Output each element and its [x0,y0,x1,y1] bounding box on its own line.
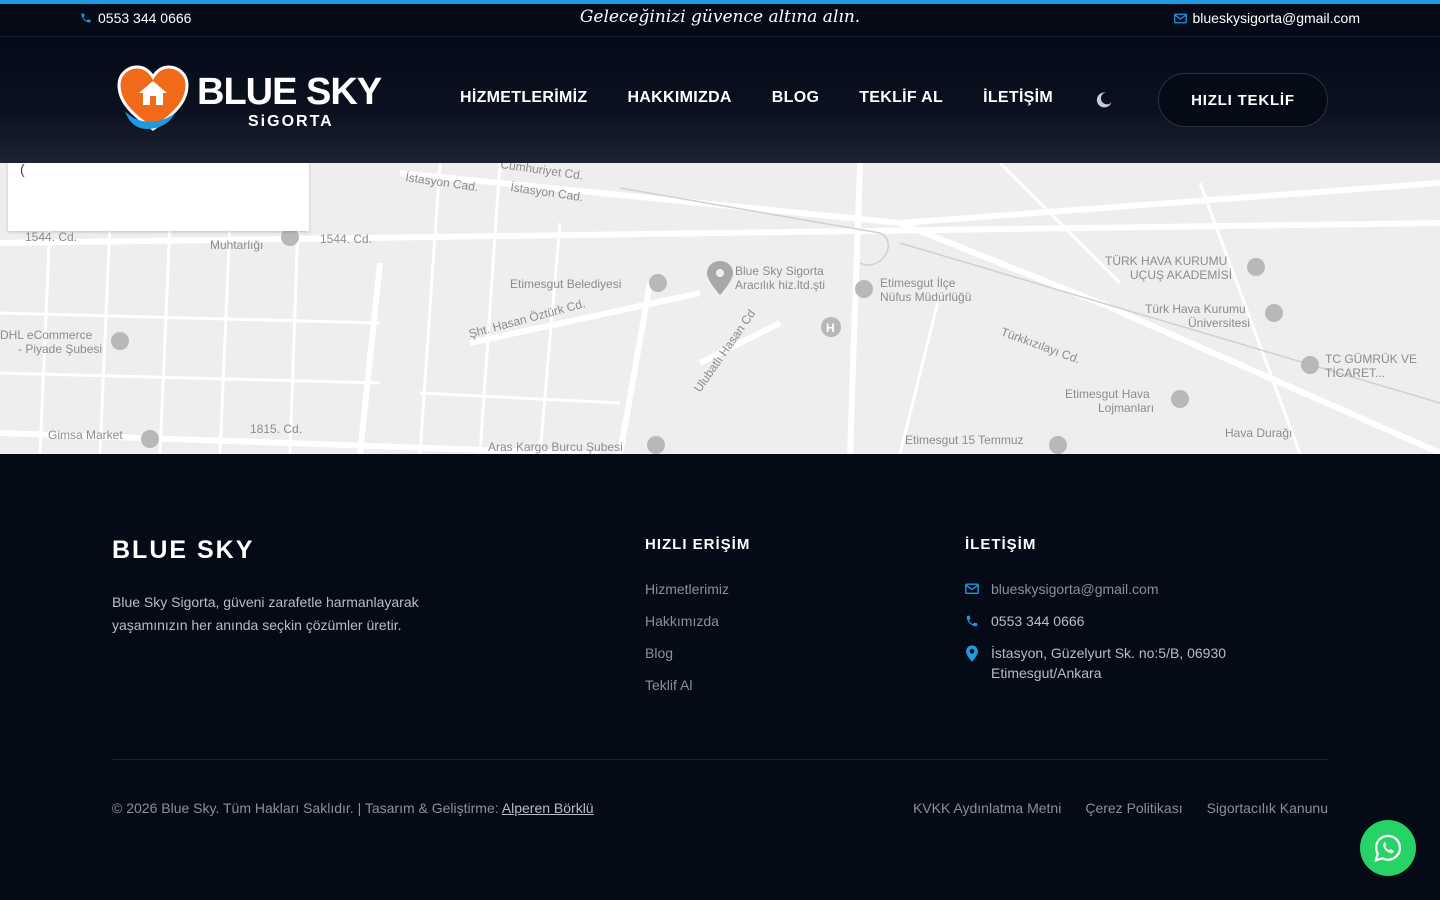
svg-text:Nüfus Müdürlüğü: Nüfus Müdürlüğü [880,290,971,304]
envelope-icon [965,583,979,594]
svg-text:H: H [826,321,835,335]
svg-text:Blue Sky Sigorta: Blue Sky Sigorta [735,264,824,278]
svg-text:Etimesgut İlçe: Etimesgut İlçe [880,276,956,290]
location-map[interactable]: Blue Sky Sigorta Aracılık hiz.ltd.şti İs… [0,163,1440,454]
footer-legal-links: KVKK Aydınlatma Metni Çerez Politikası S… [913,800,1328,816]
footer-quick-links: Hizmetlerimiz Hakkımızda Blog Teklif Al [645,579,729,707]
svg-text:Türkkızılayı Cd.: Türkkızılayı Cd. [999,325,1082,367]
svg-text:Etimesgut Belediyesi: Etimesgut Belediyesi [510,277,621,291]
whatsapp-button[interactable] [1360,820,1416,876]
svg-text:1544. Cd.: 1544. Cd. [320,232,372,246]
legal-sigortacilik[interactable]: Sigortacılık Kanunu [1207,800,1328,816]
phone-icon [966,615,978,627]
logo[interactable]: BLUE SKY SiGORTA [117,65,397,135]
footer-link-blog[interactable]: Blog [645,643,729,675]
svg-text:Ulubatlı Hasan Cd: Ulubatlı Hasan Cd [691,307,758,395]
topbar-email-text: blueskysigorta@gmail.com [1192,10,1361,26]
footer-link-hizmetlerimiz[interactable]: Hizmetlerimiz [645,579,729,611]
svg-text:- Piyade Şubesi: - Piyade Şubesi [18,342,102,356]
svg-text:Aras Kargo Burcu Şubesi: Aras Kargo Burcu Şubesi [488,440,623,454]
footer-email-row[interactable]: blueskysigorta@gmail.com [965,579,1251,611]
nav-teklif-al[interactable]: TEKLİF AL [859,89,943,107]
quick-quote-button[interactable]: HIZLI TEKLİF [1158,73,1328,127]
svg-text:Muhtarlığı: Muhtarlığı [210,238,263,252]
svg-text:TÜRK HAVA KURUMU: TÜRK HAVA KURUMU [1105,254,1227,268]
svg-text:UÇUŞ AKADEMİSİ: UÇUŞ AKADEMİSİ [1130,268,1232,282]
svg-text:Türk Hava Kurumu: Türk Hava Kurumu [1145,302,1246,316]
legal-cerez[interactable]: Çerez Politikası [1085,800,1182,816]
nav-hakkimizda[interactable]: HAKKIMIZDA [627,89,731,107]
svg-text:DHL eCommerce: DHL eCommerce [0,328,93,342]
topbar-email[interactable]: blueskysigorta@gmail.com [1173,10,1361,26]
main-nav: HİZMETLERİMİZ HAKKIMIZDA BLOG TEKLİF AL … [460,89,1053,107]
footer-contact: blueskysigorta@gmail.com 0553 344 0666 İ… [965,579,1251,687]
footer-phone-row[interactable]: 0553 344 0666 [965,611,1251,643]
svg-text:1544. Cd.: 1544. Cd. [25,230,77,244]
svg-text:Lojmanları: Lojmanları [1098,401,1154,415]
footer-description: Blue Sky Sigorta, güveni zarafetle harma… [112,594,419,633]
logo-heart-house-icon [117,65,189,131]
envelope-icon [1173,13,1187,23]
svg-text:Etimesgut 15 Temmuz: Etimesgut 15 Temmuz [905,433,1024,447]
legal-kvkk[interactable]: KVKK Aydınlatma Metni [913,800,1061,816]
logo-sub: SiGORTA [248,113,334,130]
svg-text:1815. Cd.: 1815. Cd. [250,422,302,436]
footer-link-teklif-al[interactable]: Teklif Al [645,675,729,707]
copyright-text: © 2026 Blue Sky. Tüm Hakları Saklıdır. |… [112,800,499,816]
site-header: BLUE SKY SiGORTA HİZMETLERİMİZ HAKKIMIZD… [0,37,1440,163]
footer-copyright: © 2026 Blue Sky. Tüm Hakları Saklıdır. |… [112,800,594,816]
footer-divider [112,759,1328,760]
footer-address-row: İstasyon, Güzelyurt Sk. no:5/B, 06930 Et… [965,643,1251,687]
map-info-card: ( [8,163,309,231]
footer-phone: 0553 344 0666 [991,613,1085,629]
nav-iletisim[interactable]: İLETİŞİM [983,89,1053,107]
footer-email: blueskysigorta@gmail.com [991,581,1159,597]
map-pin-icon [966,645,978,662]
footer-address: İstasyon, Güzelyurt Sk. no:5/B, 06930 Et… [991,645,1227,681]
svg-text:İstasyon Cad.: İstasyon Cad. [510,180,585,204]
footer-link-hakkimizda[interactable]: Hakkımızda [645,611,729,643]
map-pin-icon[interactable] [707,261,733,295]
whatsapp-icon [1374,834,1402,862]
svg-text:Hava Durağı: Hava Durağı [1225,426,1292,440]
nav-blog[interactable]: BLOG [772,89,819,107]
svg-text:Gimsa Market: Gimsa Market [48,428,123,442]
footer-brand: BLUE SKY [112,536,255,564]
svg-text:Üniversitesi: Üniversitesi [1188,316,1250,330]
moon-icon[interactable] [1095,91,1113,109]
nav-hizmetlerimiz[interactable]: HİZMETLERİMİZ [460,89,587,107]
site-footer: BLUE SKY Blue Sky Sigorta, güveni zarafe… [0,454,1440,900]
footer-quick-title: HIZLI ERİŞİM [645,536,751,553]
map-info-card-text: ( [20,163,25,177]
svg-text:Etimesgut Hava: Etimesgut Hava [1065,387,1150,401]
svg-text:Aracılık hiz.ltd.şti: Aracılık hiz.ltd.şti [735,278,825,292]
top-bar: 0553 344 0666 Geleceğinizi güvence altın… [0,4,1440,37]
author-link[interactable]: Alperen Börklü [502,800,594,816]
svg-text:İstasyon Cad.: İstasyon Cad. [405,170,480,194]
svg-text:TİCARET...: TİCARET... [1325,366,1385,380]
svg-text:TC GÜMRÜK VE: TC GÜMRÜK VE [1325,352,1417,366]
footer-contact-title: İLETİŞİM [965,536,1037,553]
logo-brand: BLUE SKY [197,71,382,113]
